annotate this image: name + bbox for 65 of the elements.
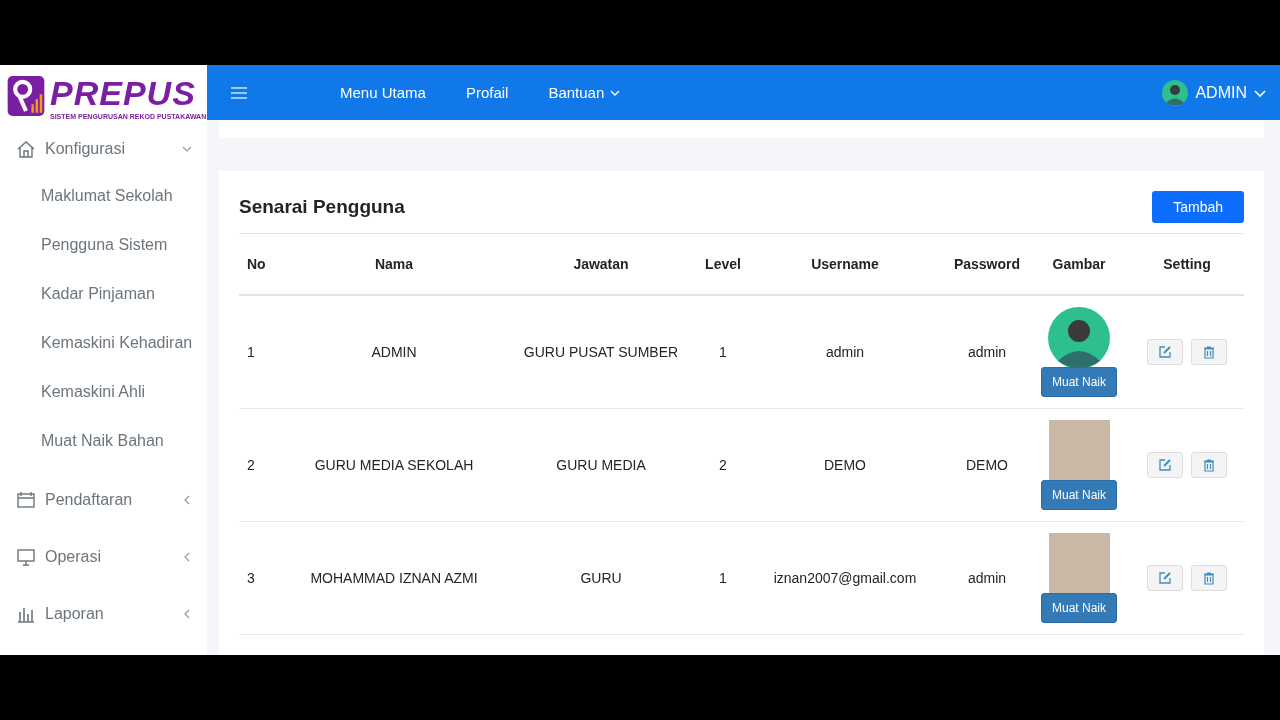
delete-button[interactable] [1191,565,1227,591]
column-header: Nama [374,256,414,272]
table-cell: 2 [719,457,727,473]
column-header: Level [705,256,741,272]
column-header: Gambar [1052,256,1106,272]
table-cell: 1 [719,570,727,586]
menu-icon[interactable] [230,85,248,100]
table-cell: 1 [719,344,727,360]
photo-placeholder [1048,533,1110,595]
table-cell: GURU PUSAT SUMBER [523,344,679,360]
upload-button[interactable]: Muat Naik [1041,480,1117,510]
column-header: Setting [1163,256,1211,272]
table-cell: ADMIN [371,344,417,360]
table-cell: 1 [247,344,255,360]
monitor-icon [16,547,36,567]
photo-placeholder [1048,420,1110,482]
sidebar-subitem[interactable]: Kadar Pinjaman [0,269,207,318]
edit-icon [1158,345,1172,359]
table-cell: 2 [247,457,255,473]
sidebar-subitem[interactable]: Pengguna Sistem [0,220,207,269]
nav-link[interactable]: Bantuan [548,84,621,101]
trash-icon [1202,345,1216,359]
column-header: Password [953,256,1021,272]
column-header: Jawatan [573,256,629,272]
delete-button[interactable] [1191,339,1227,365]
card-title: Senarai Pengguna [239,196,405,218]
table-cell: admin [967,344,1007,360]
table-cell: 3 [247,570,255,586]
trash-icon [1202,571,1216,585]
upload-button[interactable]: Muat Naik [1041,367,1117,397]
table-cell: GURU [580,570,622,586]
avatar-icon [1048,307,1110,369]
sidebar-item[interactable]: Operasi [0,535,207,579]
sidebar-item[interactable]: Laporan [0,592,207,636]
column-header: Username [811,256,879,272]
user-avatar-icon [1162,79,1189,106]
edit-button[interactable] [1147,452,1183,478]
trash-icon [1202,458,1216,472]
table-cell: GURU MEDIA [556,457,646,473]
sidebar-item[interactable]: Pendaftaran [0,478,207,522]
sidebar-subitem[interactable]: Kemaskini Kehadiran [0,318,207,367]
user-name[interactable]: ADMIN [1195,83,1247,102]
delete-button[interactable] [1191,452,1227,478]
nav-link[interactable]: Menu Utama [340,84,426,101]
edit-icon [1158,458,1172,472]
edit-icon [1158,571,1172,585]
table-cell: admin [825,344,865,360]
table-cell: DEMO [824,457,866,473]
table-cell: admin [967,570,1007,586]
sidebar-subitem[interactable]: Maklumat Sekolah [0,171,207,220]
sidebar-item[interactable]: Konfigurasi [0,127,207,171]
column-header: No [247,256,266,272]
add-button[interactable]: Tambah [1152,191,1244,223]
sidebar-subitem[interactable]: Kemaskini Ahli [0,367,207,416]
edit-button[interactable] [1147,565,1183,591]
table-cell: MOHAMMAD IZNAN AZMI [310,570,478,586]
table-cell: iznan2007@gmail.com [773,570,917,586]
sidebar-subitem[interactable]: Muat Naik Bahan [0,416,207,465]
home-icon [16,139,36,159]
upload-button[interactable]: Muat Naik [1041,593,1117,623]
edit-button[interactable] [1147,339,1183,365]
nav-link[interactable]: Profail [465,84,509,101]
table-cell: GURU MEDIA SEKOLAH [314,457,474,473]
table-cell: DEMO [966,457,1008,473]
logo-title: PREPUS [50,72,197,113]
